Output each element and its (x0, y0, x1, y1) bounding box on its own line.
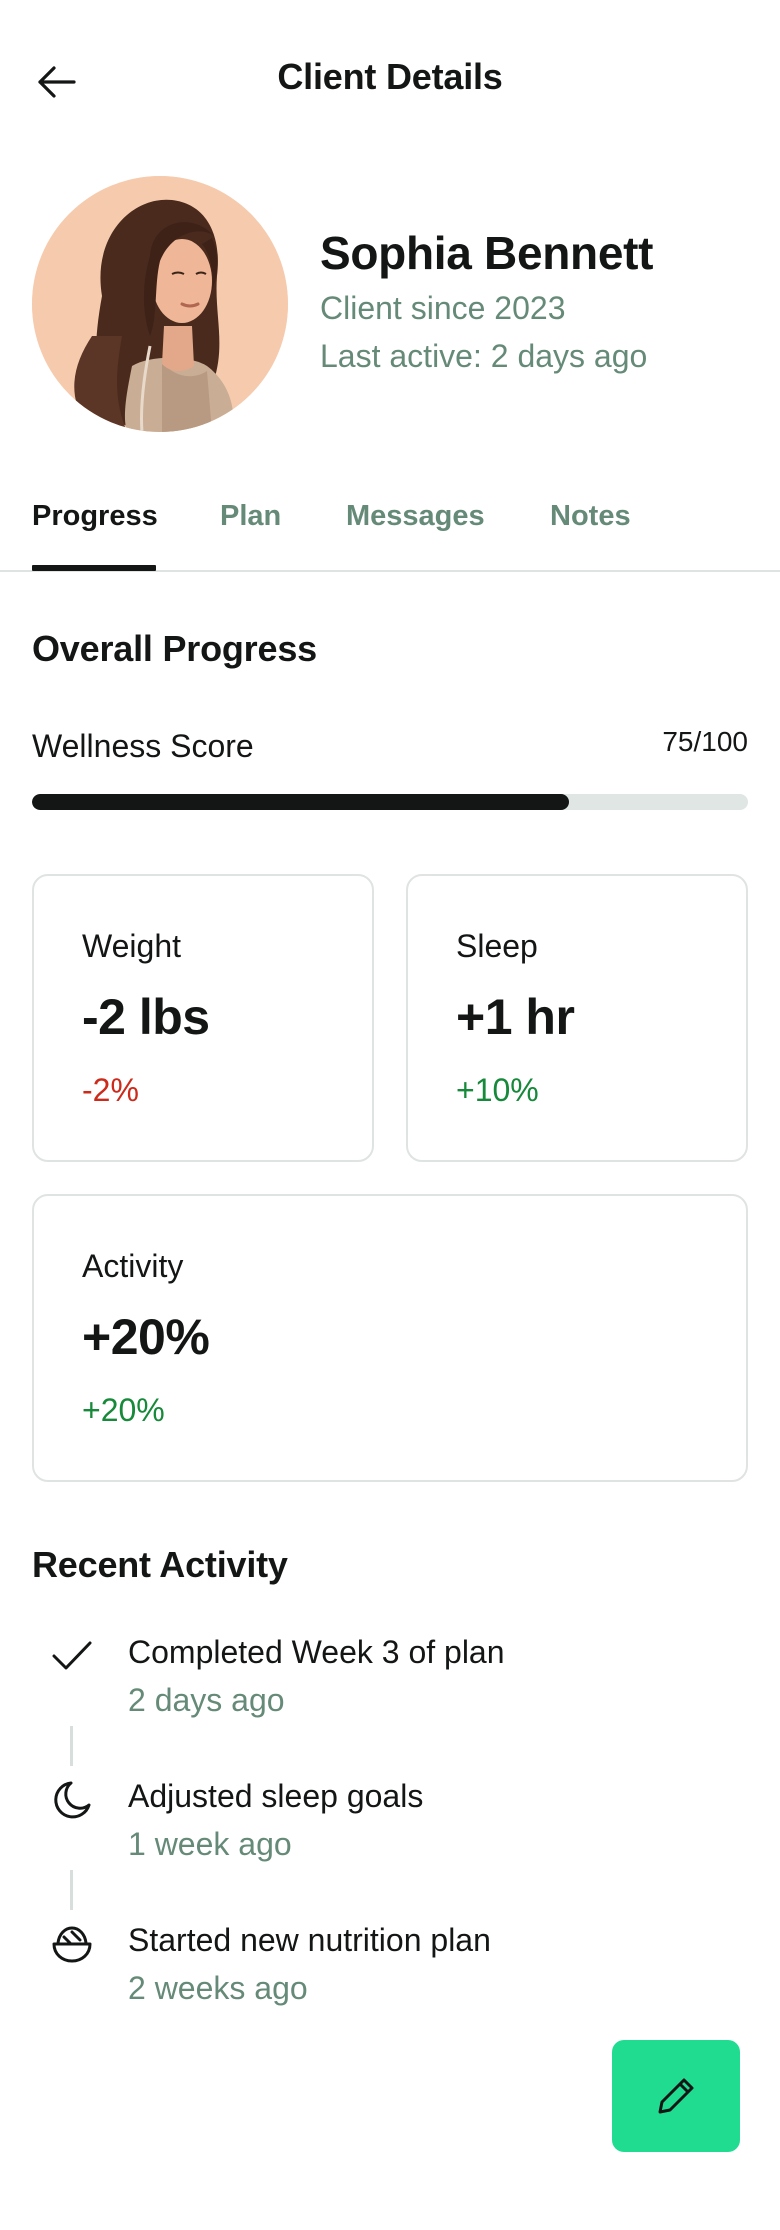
tab-progress[interactable]: Progress (32, 500, 158, 533)
activity-time: 2 days ago (128, 1682, 285, 1718)
avatar (32, 176, 288, 432)
app-header: Client Details (0, 0, 780, 160)
timeline-connector (70, 1870, 73, 1910)
tab-notes[interactable]: Notes (550, 500, 631, 533)
stat-value: -2 lbs (82, 989, 210, 1045)
tab-bar: Progress Plan Messages Notes (0, 480, 780, 572)
bowl-icon (48, 1920, 96, 1968)
active-tab-indicator (32, 565, 156, 571)
stat-value: +20% (82, 1309, 210, 1365)
stat-change: +20% (82, 1392, 165, 1428)
stat-card-weight: Weight -2 lbs -2% (32, 874, 374, 1162)
moon-icon (48, 1776, 96, 1824)
client-since: Client since 2023 (320, 290, 566, 326)
wellness-score-label: Wellness Score (32, 728, 254, 764)
activity-title: Adjusted sleep goals (128, 1778, 424, 1814)
stat-change: +10% (456, 1072, 539, 1108)
timeline-connector (70, 1726, 73, 1766)
stat-card-sleep: Sleep +1 hr +10% (406, 874, 748, 1162)
wellness-progress-fill (32, 794, 569, 810)
recent-activity-title: Recent Activity (32, 1544, 288, 1585)
stat-label: Activity (82, 1248, 184, 1284)
edit-fab-button[interactable] (612, 2040, 740, 2152)
stat-card-activity: Activity +20% +20% (32, 1194, 748, 1482)
client-name: Sophia Bennett (320, 227, 654, 279)
wellness-score-value: 75/100 (662, 726, 748, 757)
stat-value: +1 hr (456, 989, 575, 1045)
pencil-icon (658, 2078, 694, 2114)
activity-title: Started new nutrition plan (128, 1922, 491, 1958)
last-active: Last active: 2 days ago (320, 338, 648, 374)
stat-label: Sleep (456, 928, 538, 964)
tab-messages[interactable]: Messages (346, 500, 485, 533)
activity-title: Completed Week 3 of plan (128, 1634, 505, 1670)
activity-time: 1 week ago (128, 1826, 292, 1862)
activity-time: 2 weeks ago (128, 1970, 308, 2006)
overall-progress-title: Overall Progress (32, 628, 317, 669)
client-portrait-image (32, 176, 288, 432)
stat-label: Weight (82, 928, 182, 964)
wellness-progress-bar (32, 794, 748, 810)
stat-change: -2% (82, 1072, 139, 1108)
checkmark-icon (48, 1632, 96, 1680)
tab-plan[interactable]: Plan (220, 500, 281, 533)
page-title: Client Details (277, 56, 503, 97)
